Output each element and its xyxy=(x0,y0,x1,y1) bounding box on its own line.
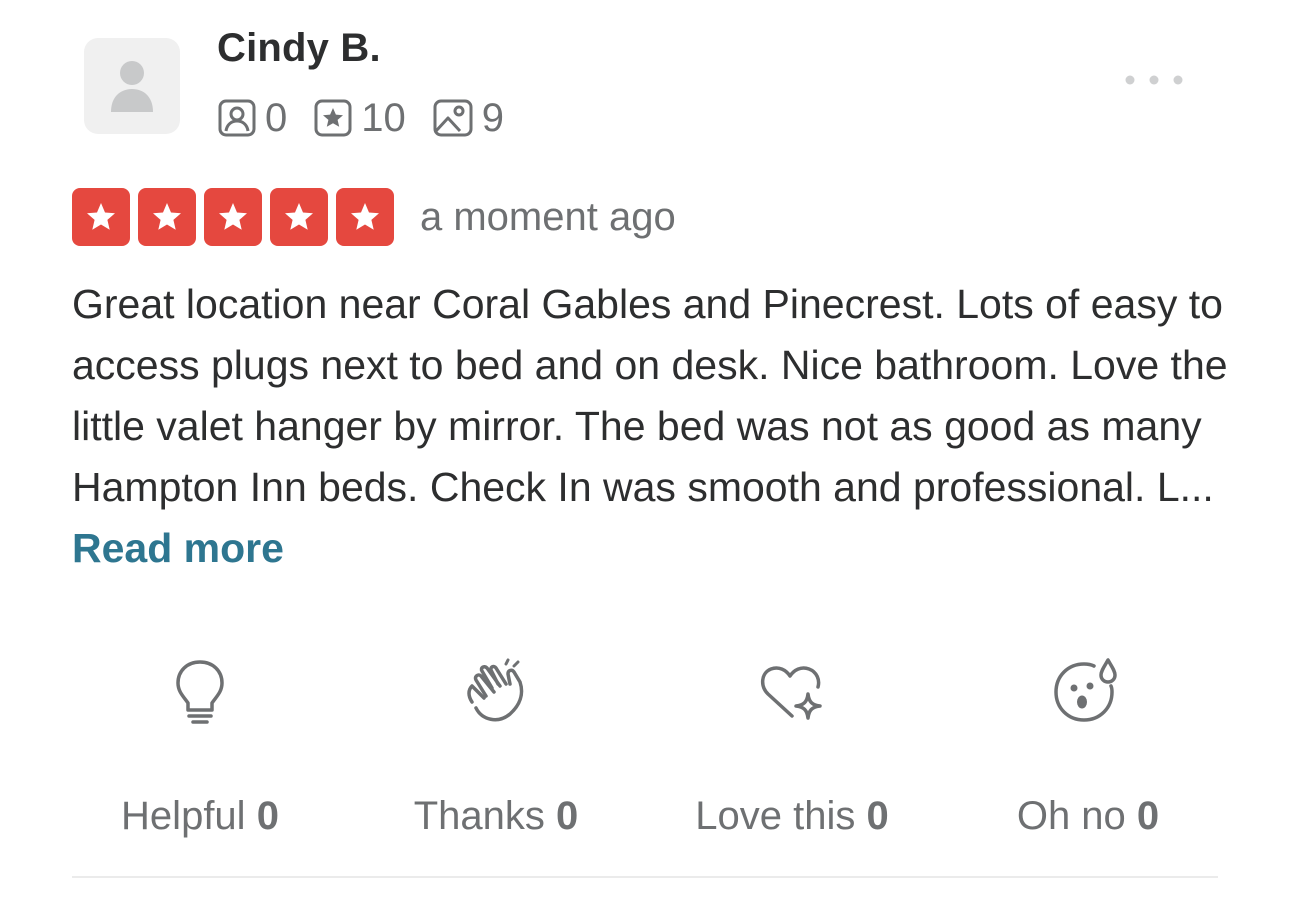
thanks-button[interactable]: Thanks 0 xyxy=(348,652,644,839)
friends-count: 0 xyxy=(265,95,288,140)
rating-star-box xyxy=(138,188,196,246)
thanks-count: 0 xyxy=(556,794,579,838)
heart-sparkle-icon xyxy=(761,666,822,720)
oh-no-label: Oh no xyxy=(1016,794,1126,838)
review-text: Great location near Coral Gables and Pin… xyxy=(72,281,1228,510)
helpful-count: 0 xyxy=(256,794,279,838)
helpful-label: Helpful xyxy=(121,794,246,838)
rating-star-box xyxy=(204,188,262,246)
more-options-icon xyxy=(1125,75,1183,85)
love-this-count: 0 xyxy=(866,794,889,838)
star-icon xyxy=(153,203,181,230)
photos-icon xyxy=(433,99,473,137)
oh-no-count: 0 xyxy=(1136,794,1160,838)
user-name[interactable]: Cindy B. xyxy=(217,26,381,71)
review-card: Cindy B. 0 10 9 a moment ago Great locat… xyxy=(0,0,1290,901)
read-more-link[interactable]: Read more xyxy=(72,525,284,571)
friends-icon xyxy=(218,99,256,137)
user-stats: 0 10 9 xyxy=(217,94,530,142)
friends-stat: 0 xyxy=(217,96,287,141)
star-icon xyxy=(351,203,379,230)
review-body: Great location near Coral Gables and Pin… xyxy=(72,274,1232,579)
reviews-star-icon xyxy=(314,99,352,137)
love-this-button[interactable]: Love this 0 xyxy=(644,652,940,839)
reviews-stat: 10 xyxy=(313,96,406,141)
reviews-count: 10 xyxy=(361,95,406,140)
user-avatar[interactable] xyxy=(84,38,180,134)
review-timestamp: a moment ago xyxy=(420,194,676,239)
surprised-face-icon xyxy=(1054,658,1117,722)
clapping-hands-icon xyxy=(467,658,524,722)
helpful-button[interactable]: Helpful 0 xyxy=(52,652,348,839)
love-this-label: Love this xyxy=(695,794,856,838)
photos-count: 9 xyxy=(481,95,504,140)
star-icon xyxy=(87,203,115,230)
star-icon xyxy=(285,203,313,230)
rating-star-box xyxy=(336,188,394,246)
star-icon xyxy=(219,203,247,230)
reaction-bar: Helpful 0 Thanks 0 Love this 0 Oh no 0 xyxy=(52,652,1236,839)
lightbulb-icon xyxy=(176,660,224,724)
more-options-button[interactable] xyxy=(1116,60,1192,100)
thanks-label: Thanks xyxy=(413,794,545,838)
photos-stat: 9 xyxy=(432,96,504,141)
rating-row: a moment ago xyxy=(72,187,676,247)
star-rating xyxy=(72,188,402,246)
rating-star-box xyxy=(72,188,130,246)
oh-no-button[interactable]: Oh no 0 xyxy=(940,652,1236,839)
divider xyxy=(72,876,1218,878)
person-silhouette-icon xyxy=(111,61,153,112)
rating-star-box xyxy=(270,188,328,246)
